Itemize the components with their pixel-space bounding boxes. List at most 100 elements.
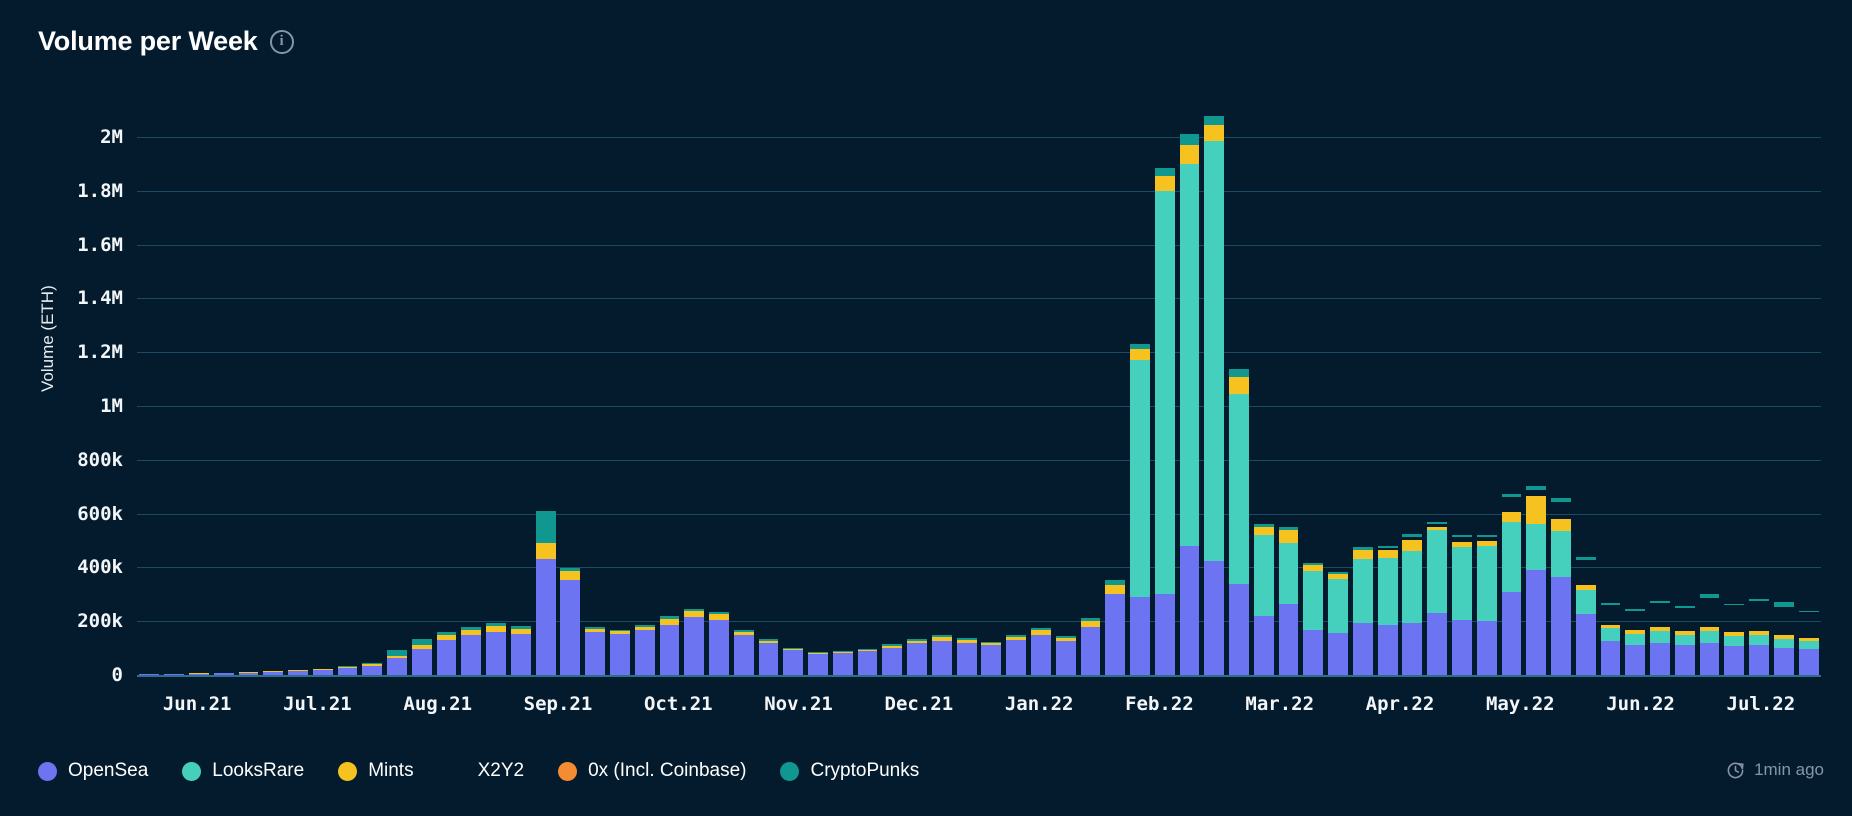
bar-column[interactable] xyxy=(1476,534,1497,675)
bar-column[interactable] xyxy=(1575,557,1596,675)
bar-column[interactable] xyxy=(709,612,729,675)
y-axis-tick-label: 400k xyxy=(77,556,123,579)
bar-column[interactable] xyxy=(486,622,506,675)
bar-column[interactable] xyxy=(1377,545,1398,675)
bar-column[interactable] xyxy=(1179,134,1200,675)
bar-column[interactable] xyxy=(585,627,606,675)
bar-segment-x2y2 xyxy=(1700,598,1720,628)
bar-column[interactable] xyxy=(1749,599,1769,675)
bar-column[interactable] xyxy=(1154,168,1175,675)
bar-column[interactable] xyxy=(610,629,630,675)
bar-column[interactable] xyxy=(931,635,952,675)
bar-column[interactable] xyxy=(1130,344,1150,675)
bar-column[interactable] xyxy=(832,651,853,675)
bar-column[interactable] xyxy=(1204,116,1225,675)
bar-column[interactable] xyxy=(1452,534,1472,675)
bar-segment-opensea xyxy=(1303,629,1324,675)
bar-column[interactable] xyxy=(857,648,878,675)
bar-column[interactable] xyxy=(461,627,482,675)
legend-item-cryptopunks[interactable]: CryptoPunks xyxy=(780,760,919,782)
bar-column[interactable] xyxy=(535,510,556,675)
bar-column[interactable] xyxy=(411,638,432,675)
legend-item-mints[interactable]: Mints xyxy=(338,760,414,782)
bar-segment-looksrare xyxy=(1130,360,1150,597)
bar-column[interactable] xyxy=(1674,606,1695,675)
bar-column[interactable] xyxy=(981,641,1002,675)
bar-column[interactable] xyxy=(1600,603,1621,675)
bar-column[interactable] xyxy=(1798,610,1819,675)
bar-column[interactable] xyxy=(312,668,333,675)
bar-segment-x2y2 xyxy=(1724,605,1744,632)
legend-item-0x-incl-coinbase[interactable]: 0x (Incl. Coinbase) xyxy=(558,760,746,782)
bar-column[interactable] xyxy=(189,673,209,675)
bar-column[interactable] xyxy=(263,670,284,675)
bar-segment-opensea xyxy=(337,668,358,675)
bar-column[interactable] xyxy=(659,616,680,675)
bar-column[interactable] xyxy=(238,672,259,675)
bar-column[interactable] xyxy=(1006,634,1027,675)
bar-column[interactable] xyxy=(1773,602,1794,675)
bar-column[interactable] xyxy=(139,674,160,675)
bar-column[interactable] xyxy=(733,630,754,675)
legend-label: Mints xyxy=(368,760,414,781)
bar-column[interactable] xyxy=(288,669,308,675)
bar-column[interactable] xyxy=(1650,600,1670,675)
bar-column[interactable] xyxy=(362,662,383,675)
bar-column[interactable] xyxy=(907,639,927,675)
bar-segment-opensea xyxy=(1650,642,1670,675)
bar-segment-opensea xyxy=(1055,641,1076,675)
bar-segment-mints xyxy=(1278,530,1299,544)
bar-column[interactable] xyxy=(1080,617,1101,675)
bar-column[interactable] xyxy=(783,647,804,675)
bar-column[interactable] xyxy=(213,673,234,675)
bar-column[interactable] xyxy=(1427,522,1448,675)
bar-column[interactable] xyxy=(1501,494,1522,675)
x-axis-tick-label: Dec.21 xyxy=(884,693,954,715)
bar-column[interactable] xyxy=(387,650,407,675)
y-axis-tick-label: 1.4M xyxy=(77,287,123,310)
bar-segment-opensea xyxy=(1526,569,1547,675)
bar-column[interactable] xyxy=(1625,609,1646,675)
bar-column[interactable] xyxy=(1303,562,1324,675)
bar-column[interactable] xyxy=(956,638,977,675)
bar-column[interactable] xyxy=(808,651,828,675)
info-icon[interactable]: i xyxy=(269,29,294,54)
bar-column[interactable] xyxy=(1699,593,1720,675)
bar-column[interactable] xyxy=(337,666,358,675)
bar-column[interactable] xyxy=(1352,547,1373,675)
bar-segment-opensea xyxy=(139,674,160,675)
bar-segment-opensea xyxy=(585,631,606,675)
bar-column[interactable] xyxy=(684,608,705,675)
bar-column[interactable] xyxy=(882,644,903,675)
y-axis-tick-label: 600k xyxy=(77,502,123,525)
bar-segment-mints xyxy=(560,571,581,580)
bar-column[interactable] xyxy=(1278,526,1299,675)
y-axis-tick-label: 2M xyxy=(100,125,123,148)
bar-column[interactable] xyxy=(758,639,779,675)
bar-column[interactable] xyxy=(436,631,457,675)
bar-segment-opensea xyxy=(436,640,457,675)
bar-column[interactable] xyxy=(1253,523,1274,675)
volume-per-week-chart-card: Volume per Week i Volume (ETH) 0 200k 400k… xyxy=(0,0,1852,816)
bar-column[interactable] xyxy=(1402,533,1423,675)
bar-column[interactable] xyxy=(510,626,531,675)
bar-column[interactable] xyxy=(1724,603,1745,675)
x-axis-tick-label: Sep.21 xyxy=(523,693,593,715)
bar-column[interactable] xyxy=(1055,635,1076,675)
bar-column[interactable] xyxy=(1526,485,1547,675)
bar-column[interactable] xyxy=(164,673,185,675)
bar-column[interactable] xyxy=(1328,571,1348,675)
bar-column[interactable] xyxy=(560,567,581,675)
bar-segment-opensea xyxy=(411,649,432,675)
chart-header: Volume per Week i xyxy=(38,26,294,57)
bar-segment-opensea xyxy=(1551,576,1571,675)
bar-column[interactable] xyxy=(634,624,655,675)
bar-column[interactable] xyxy=(1229,369,1249,675)
bar-column[interactable] xyxy=(1105,580,1126,675)
legend-item-x2y2[interactable]: X2Y2 xyxy=(448,760,524,782)
legend-item-opensea[interactable]: OpenSea xyxy=(38,760,148,782)
bar-segment-opensea xyxy=(1229,583,1249,675)
bar-column[interactable] xyxy=(1551,498,1571,675)
bar-column[interactable] xyxy=(1031,627,1051,675)
legend-item-looksrare[interactable]: LooksRare xyxy=(182,760,304,782)
